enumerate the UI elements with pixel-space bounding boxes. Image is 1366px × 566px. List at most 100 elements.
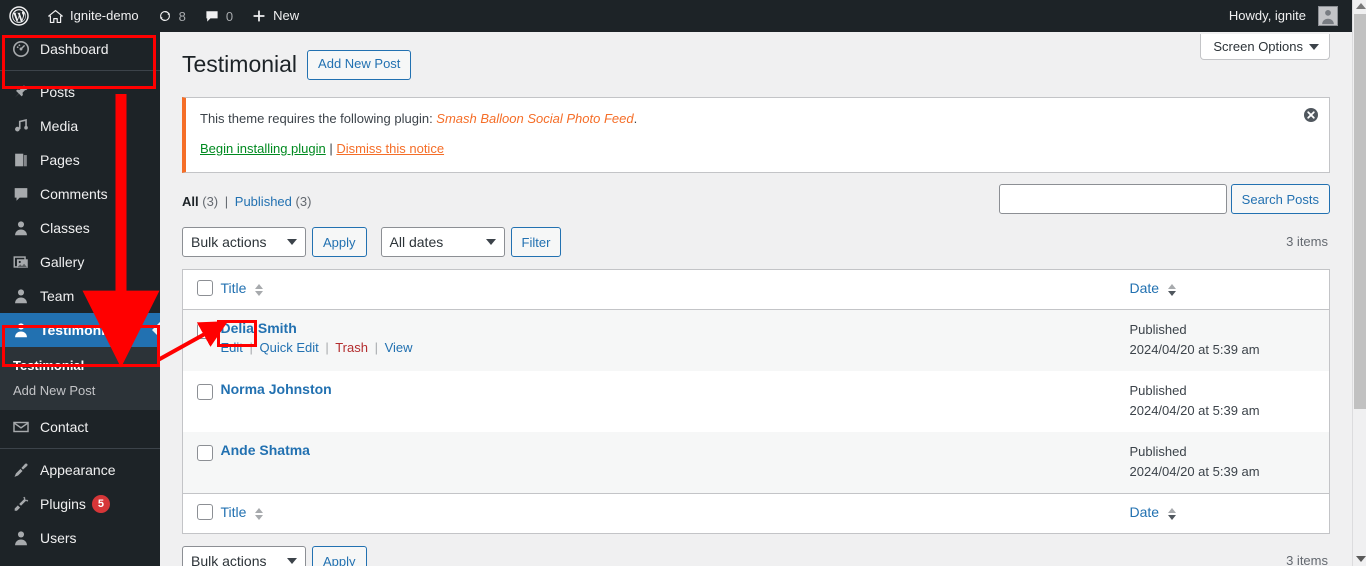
sort-indicator-icon [255, 507, 264, 520]
tablenav-bottom-actions: Bulk actions Apply [182, 546, 1330, 566]
wordpress-logo-menu[interactable] [0, 0, 38, 32]
table-header-row: Title Date [182, 269, 1330, 311]
begin-installing-plugin-link[interactable]: Begin installing plugin [200, 141, 326, 156]
view-link[interactable]: View [385, 340, 413, 355]
notice-text-after: . [633, 110, 638, 126]
status-link-published[interactable]: Published [235, 194, 292, 209]
post-title-link[interactable]: Ande Shatma [221, 442, 1120, 458]
sidebar-item-label: Contact [40, 419, 89, 435]
select-all-checkbox[interactable] [197, 280, 213, 297]
chevron-down-icon [287, 558, 297, 565]
row-actions [221, 401, 1120, 418]
sidebar-item-gallery[interactable]: Gallery [0, 245, 160, 279]
plus-icon [253, 10, 265, 22]
screen-options-toggle[interactable]: Screen Options [1200, 34, 1330, 60]
comments-menu[interactable]: 0 [195, 0, 242, 32]
users-icon [11, 528, 31, 548]
sort-indicator-icon [1167, 283, 1176, 296]
avatar [1318, 6, 1338, 26]
date-filter-select[interactable]: All dates [380, 227, 505, 258]
sidebar-item-label: Appearance [40, 462, 116, 478]
sort-title-link[interactable]: Title [221, 280, 247, 296]
chevron-down-icon [1309, 43, 1319, 50]
table-foot: Title Date [182, 493, 1330, 534]
sort-title-link-bottom[interactable]: Title [221, 504, 247, 520]
search-box: Search Posts [998, 184, 1330, 215]
add-new-post-button[interactable]: Add New Post [307, 50, 412, 80]
edit-link[interactable]: Edit [221, 340, 243, 355]
row-select-cell [183, 310, 221, 372]
sidebar-item-appearance[interactable]: Appearance [0, 453, 160, 487]
bulk-actions-select-bottom[interactable]: Bulk actions [182, 546, 306, 566]
howdy-label: Howdy, ignite [1228, 8, 1306, 23]
table-row: Norma Johnston Published 2024/04/20 at 5… [183, 371, 1330, 432]
search-input[interactable] [998, 184, 1227, 215]
sidebar-item-dashboard[interactable]: Dashboard [0, 32, 160, 66]
comment-icon [11, 184, 31, 204]
action-divider: | [325, 340, 329, 356]
trash-link[interactable]: Trash [335, 340, 368, 355]
brush-icon [11, 460, 31, 480]
row-checkbox[interactable] [197, 323, 213, 340]
sidebar-item-comments[interactable]: Comments [0, 177, 160, 211]
plugins-update-badge: 5 [91, 495, 110, 513]
sidebar-item-classes[interactable]: Classes [0, 211, 160, 245]
date-filter-value: All dates [389, 234, 444, 251]
sort-date-link-bottom[interactable]: Date [1130, 504, 1160, 520]
filter-button[interactable]: Filter [510, 227, 562, 258]
submenu-item-add-new-post[interactable]: Add New Post [0, 378, 160, 403]
gallery-icon [11, 252, 31, 272]
close-icon[interactable] [1303, 107, 1319, 123]
page-wrap: Testimonial Add New Post This theme requ… [160, 32, 1352, 566]
sidebar-item-posts[interactable]: Posts [0, 75, 160, 109]
row-actions: Edit | Quick Edit | Trash | View [221, 340, 1120, 355]
my-account-menu[interactable]: Howdy, ignite [1220, 0, 1352, 32]
scroll-up-icon[interactable] [1356, 3, 1366, 9]
sidebar-item-label: Comments [40, 186, 108, 202]
notice-text-before: This theme requires the following plugin… [200, 110, 437, 126]
select-all-checkbox-bottom[interactable] [197, 504, 213, 521]
quick-edit-link[interactable]: Quick Edit [260, 340, 319, 355]
scroll-down-icon[interactable] [1356, 556, 1366, 562]
sidebar-item-media[interactable]: Media [0, 109, 160, 143]
chevron-down-icon [287, 239, 297, 246]
bulk-actions-select[interactable]: Bulk actions [182, 227, 306, 258]
status-link-all[interactable]: All [182, 194, 199, 209]
post-title-link[interactable]: Delia Smith [221, 320, 1120, 336]
scrollbar-thumb[interactable] [1354, 14, 1366, 409]
updates-menu[interactable]: 8 [148, 0, 195, 32]
search-posts-button[interactable]: Search Posts [1230, 184, 1330, 215]
row-select-cell [183, 371, 221, 432]
site-name-menu[interactable]: Ignite-demo [38, 0, 148, 32]
dismiss-this-notice-link[interactable]: Dismiss this notice [336, 141, 444, 156]
sidebar-item-plugins[interactable]: Plugins 5 [0, 487, 160, 521]
sort-date-link[interactable]: Date [1130, 280, 1160, 296]
submenu-item-testimonial[interactable]: Testimonial [0, 353, 160, 378]
sidebar-item-users[interactable]: Users [0, 521, 160, 555]
sidebar-divider [0, 448, 160, 449]
vertical-scrollbar[interactable] [1352, 0, 1366, 566]
updates-count: 8 [178, 8, 186, 24]
sidebar-item-team[interactable]: Team [0, 279, 160, 313]
sidebar-item-pages[interactable]: Pages [0, 143, 160, 177]
filters-row: All (3) | Published (3) Search Posts [182, 184, 1330, 215]
sidebar-item-testimonial[interactable]: Testimonial [0, 313, 160, 347]
sidebar-item-label: Plugins [40, 496, 86, 512]
notice-actions: Begin installing plugin | Dismiss this n… [200, 139, 1289, 160]
sidebar-item-label: Media [40, 118, 79, 134]
status-count-published: (3) [295, 194, 312, 210]
new-content-menu[interactable]: New [242, 0, 308, 32]
action-divider: | [249, 340, 253, 356]
status-count-all: (3) [202, 194, 219, 210]
comments-count: 0 [225, 8, 234, 24]
post-title-link[interactable]: Norma Johnston [221, 381, 1120, 397]
row-checkbox[interactable] [197, 384, 213, 401]
plugin-requirement-notice: This theme requires the following plugin… [182, 96, 1330, 174]
sidebar-item-contact[interactable]: Contact [0, 410, 160, 444]
notice-plugin-name: Smash Balloon Social Photo Feed [436, 110, 634, 126]
row-checkbox[interactable] [197, 445, 213, 462]
apply-button-bottom[interactable]: Apply [312, 546, 367, 566]
apply-button[interactable]: Apply [312, 227, 367, 258]
pin-icon [11, 82, 31, 102]
post-status: Published [1129, 322, 1187, 338]
